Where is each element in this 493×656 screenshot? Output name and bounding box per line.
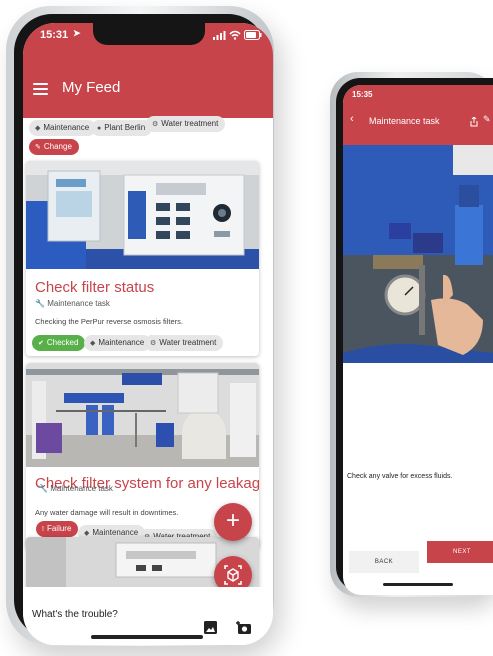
home-indicator (383, 583, 453, 586)
location-icon: ➤ (73, 28, 81, 38)
share-icon[interactable] (470, 117, 478, 127)
notch (93, 23, 205, 45)
pencil-icon: ✎ (35, 144, 41, 151)
phone-feed: 15:31 ➤ My Feed ◆ Maintenance ● Plant Berl… (6, 6, 274, 646)
gear-icon: ⚙ (152, 121, 159, 128)
card-photo (26, 363, 259, 467)
wifi-icon (229, 30, 241, 40)
tag-chip-water: ⚙Water treatment (144, 335, 224, 351)
task-card[interactable]: Check filter status 🔧 Maintenance task C… (26, 161, 259, 356)
card-photo (26, 161, 259, 269)
page-title: Maintenance task (369, 116, 440, 126)
trouble-input[interactable]: What's the trouble? (32, 609, 118, 620)
menu-icon[interactable] (33, 83, 48, 95)
card-type: 🔧 Maintenance task (38, 484, 113, 493)
card-description: Any water damage will result in downtime… (35, 508, 179, 517)
add-photo-icon[interactable] (236, 621, 252, 635)
phone-task: 15:35 ‹ Maintenance task ✎ Check any val… (330, 72, 493, 597)
location-pin-icon: ● (97, 125, 102, 132)
back-button[interactable]: BACK (349, 551, 419, 573)
signal-icon (213, 31, 226, 40)
home-indicator (91, 635, 203, 639)
add-task-button[interactable]: + (214, 503, 252, 541)
feed-screen: 15:31 ➤ My Feed ◆ Maintenance ● Plant Berl… (23, 23, 273, 645)
filter-chip-plant[interactable]: ● Plant Berlin (91, 120, 153, 136)
filter-chip-maintenance[interactable]: ◆ Maintenance (29, 120, 97, 136)
status-time: 15:35 (352, 90, 373, 99)
card-description: Checking the PerPur reverse osmosis filt… (35, 317, 183, 326)
tag-icon: ◆ (35, 125, 41, 132)
gallery-icon[interactable] (204, 621, 217, 634)
plus-icon: + (225, 507, 240, 534)
next-button[interactable]: NEXT (427, 541, 493, 563)
gear-icon: ⚙ (150, 340, 157, 347)
status-time: 15:31 (40, 29, 69, 41)
change-filter-button[interactable]: ✎ Change (29, 139, 79, 155)
battery-icon (244, 30, 262, 40)
page-title: My Feed (62, 79, 121, 96)
check-icon: ✔ (38, 340, 44, 347)
tag-chip-maintenance: ◆ Maintenance (84, 335, 152, 351)
wrench-icon: 🔧 (38, 484, 48, 493)
card-title: Check filter status (35, 279, 155, 296)
filter-chip-water[interactable]: ⚙ Water treatment (146, 116, 226, 132)
task-photo (343, 145, 493, 363)
alert-icon: ! (42, 526, 44, 533)
task-instruction: Check any valve for excess fluids. (347, 473, 453, 480)
tag-icon: ◆ (90, 340, 96, 347)
status-chip-checked: ✔ Checked (32, 335, 86, 351)
wrench-icon: 🔧 (35, 299, 45, 308)
back-arrow-icon[interactable]: ‹ (350, 113, 354, 125)
task-screen: 15:35 ‹ Maintenance task ✎ Check any val… (343, 85, 493, 595)
card-type: 🔧 Maintenance task (35, 299, 110, 308)
status-chip-failure: ! Failure (36, 521, 79, 537)
edit-icon[interactable]: ✎ (483, 114, 491, 125)
